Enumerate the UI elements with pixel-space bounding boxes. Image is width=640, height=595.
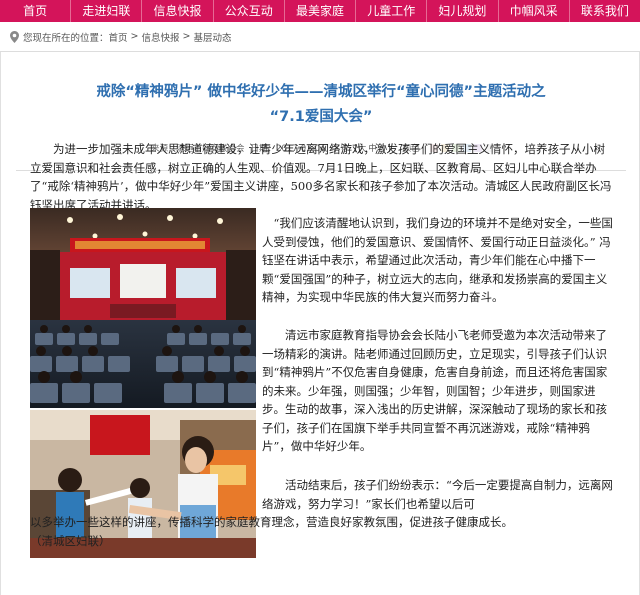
breadcrumb-separator: > (130, 31, 139, 42)
breadcrumb: 您现在所在的位置： 首页 > 信息快报 > 基层动态 (0, 22, 640, 52)
breadcrumb-home[interactable]: 首页 (109, 30, 128, 44)
breadcrumb-local[interactable]: 基层动态 (193, 30, 231, 44)
nav-planning[interactable]: 妇儿规划 (426, 0, 497, 22)
lecture-hall-photo (30, 208, 256, 408)
article-paragraph-1: 为进一步加强未成年人思想道德建设，让青少年远离网络游戏，激发孩子们的爱国主义情怀… (30, 142, 612, 212)
article-paragraph-4-end: 以多举办一些这样的讲座，传播科学的家庭教育理念，营造良好家教氛围，促进孩子健康成… (30, 515, 513, 529)
nav-contact[interactable]: 联系我们 (568, 0, 640, 22)
article-title-line1: 戒除“精神鸦片” 做中华好少年——清城区举行“童心同德”主题活动之 (96, 84, 546, 100)
article-paragraph-4-start: 活动结束后，孩子们纷纷表示：“今后一定要提高自制力，远离网络游戏，努力学习！”家… (262, 478, 613, 511)
article-author: （清城区妇联） (30, 534, 111, 548)
nav-women[interactable]: 巾帼风采 (497, 0, 569, 22)
breadcrumb-separator: > (182, 31, 191, 42)
breadcrumb-news[interactable]: 信息快报 (142, 30, 180, 44)
article-title: 戒除“精神鸦片” 做中华好少年——清城区举行“童心同德”主题活动之 “7.1爱国… (61, 80, 581, 130)
nav-about[interactable]: 走进妇联 (70, 0, 141, 22)
breadcrumb-prefix: 您现在所在的位置： (23, 32, 109, 44)
nav-interaction[interactable]: 公众互动 (212, 0, 284, 22)
location-pin-icon (10, 30, 19, 43)
main-nav: 首页 走进妇联 信息快报 公众互动 最美家庭 儿童工作 妇儿规划 巾帼风采 联系… (0, 0, 640, 22)
article-paragraph-2: “我们应该清醒地认识到，我们身边的环境并不是绝对安全，一些国人受到侵蚀，他们的爱… (262, 216, 613, 304)
article-paragraph-3: 清远市家庭教育指导协会会长陆小飞老师受邀为本次活动带来了一场精彩的演讲。陆老师通… (262, 328, 608, 453)
nav-news[interactable]: 信息快报 (141, 0, 212, 22)
article-title-line2: “7.1爱国大会” (269, 109, 373, 125)
nav-families[interactable]: 最美家庭 (283, 0, 355, 22)
nav-home[interactable]: 首页 (0, 0, 70, 22)
nav-children[interactable]: 儿童工作 (355, 0, 426, 22)
